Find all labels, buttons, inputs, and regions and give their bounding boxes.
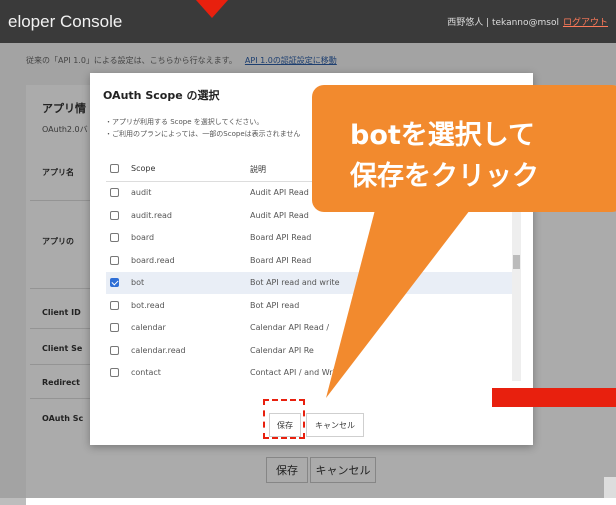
scope-description: Contact API / and Write <box>250 368 343 377</box>
scope-name: audit <box>131 188 152 197</box>
scope-name: bot.read <box>131 300 165 310</box>
scope-checkbox[interactable] <box>110 278 119 287</box>
scope-name: audit.read <box>131 210 172 220</box>
callout-text-line1: botを選択して <box>350 120 535 151</box>
save-button-highlight <box>263 399 305 439</box>
modal-note-2: ・ご利用のプランによっては、一部のScopeは表示されません <box>105 130 301 138</box>
scope-checkbox[interactable] <box>110 345 119 355</box>
scope-checkbox[interactable] <box>110 300 119 310</box>
scope-checkbox[interactable] <box>110 323 119 332</box>
scope-name: board.read <box>131 255 175 265</box>
red-annotation-bar <box>492 388 616 407</box>
scope-name: contact <box>131 368 161 377</box>
scope-description: Bot API read <box>250 300 300 310</box>
scope-name: calendar.read <box>131 345 186 355</box>
scope-name: calendar <box>131 323 166 332</box>
scope-row[interactable] <box>106 295 516 317</box>
scope-description: Audit API Read <box>250 210 309 220</box>
scrollbar-thumb[interactable] <box>513 255 520 269</box>
scope-description: Board API Read <box>250 233 312 242</box>
scope-description: Calendar API Read / <box>250 323 330 332</box>
scope-description: Bot API read and write <box>250 278 340 287</box>
scope-checkbox[interactable] <box>110 233 119 242</box>
select-all-checkbox[interactable] <box>110 164 119 173</box>
scope-checkbox[interactable] <box>110 188 119 197</box>
modal-cancel-button[interactable]: キャンセル <box>306 413 364 437</box>
scope-description: Board API Read <box>250 255 312 265</box>
col-description-header: 説明 <box>250 165 266 174</box>
window-scroll-corner <box>604 477 616 498</box>
user-info: 西野悠人 | tekanno@msol ログアウト <box>447 15 608 28</box>
col-scope-header: Scope <box>131 164 156 173</box>
scope-checkbox[interactable] <box>110 255 119 265</box>
scope-checkbox[interactable] <box>110 210 119 220</box>
scope-description: Calendar API Re <box>250 345 314 355</box>
down-arrow-annotation <box>196 0 228 18</box>
modal-note-1: ・アプリが利用する Scope を選択してください。 <box>105 118 264 126</box>
user-name: 西野悠人 | tekanno@msol <box>447 18 559 28</box>
scope-checkbox[interactable] <box>110 368 119 377</box>
scope-description: Audit API Read <box>250 188 309 197</box>
scope-name: bot <box>131 278 145 287</box>
callout-text-line2: 保存をクリック <box>350 161 539 192</box>
logout-link[interactable]: ログアウト <box>563 18 608 28</box>
scope-name: board <box>131 233 155 242</box>
modal-title: OAuth Scope の選択 <box>103 89 220 102</box>
app-title: eloper Console <box>8 12 123 31</box>
